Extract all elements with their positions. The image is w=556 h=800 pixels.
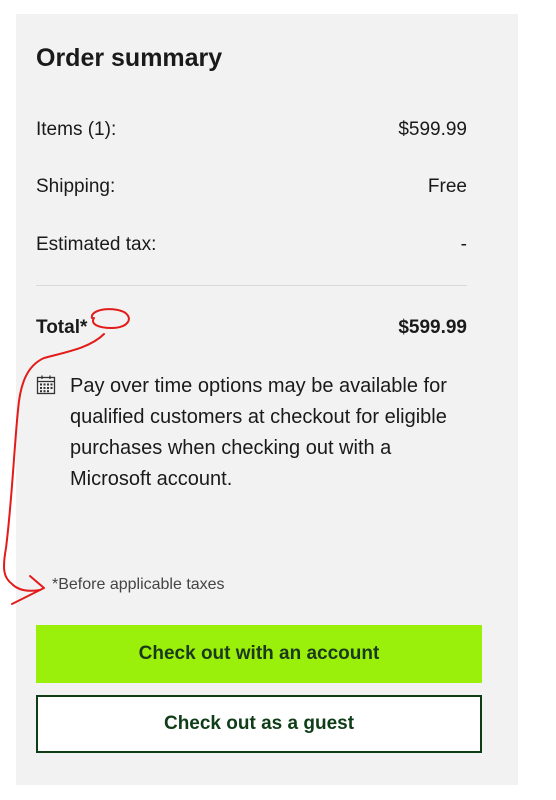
tax-value: - — [460, 234, 467, 255]
checkout-with-account-button[interactable]: Check out with an account — [36, 625, 482, 683]
summary-divider — [36, 285, 467, 286]
total-label: Total* — [36, 317, 88, 338]
calendar-icon — [36, 375, 56, 395]
total-row: Total* $599.99 — [36, 317, 467, 339]
tax-footnote: *Before applicable taxes — [52, 576, 225, 593]
order-summary-title: Order summary — [36, 44, 223, 72]
shipping-row: Shipping: Free — [36, 176, 467, 198]
pay-over-time-text: Pay over time options may be available f… — [70, 375, 447, 490]
items-row: Items (1): $599.99 — [36, 119, 467, 141]
pay-over-time-note: Pay over time options may be available f… — [36, 371, 472, 495]
shipping-value: Free — [427, 176, 467, 197]
tax-row: Estimated tax: - — [36, 234, 467, 256]
total-value: $599.99 — [398, 317, 467, 338]
shipping-label: Shipping: — [36, 176, 116, 197]
items-label: Items (1): — [36, 119, 117, 140]
items-value: $599.99 — [398, 119, 467, 140]
tax-label: Estimated tax: — [36, 234, 157, 255]
checkout-as-guest-button[interactable]: Check out as a guest — [36, 695, 482, 753]
